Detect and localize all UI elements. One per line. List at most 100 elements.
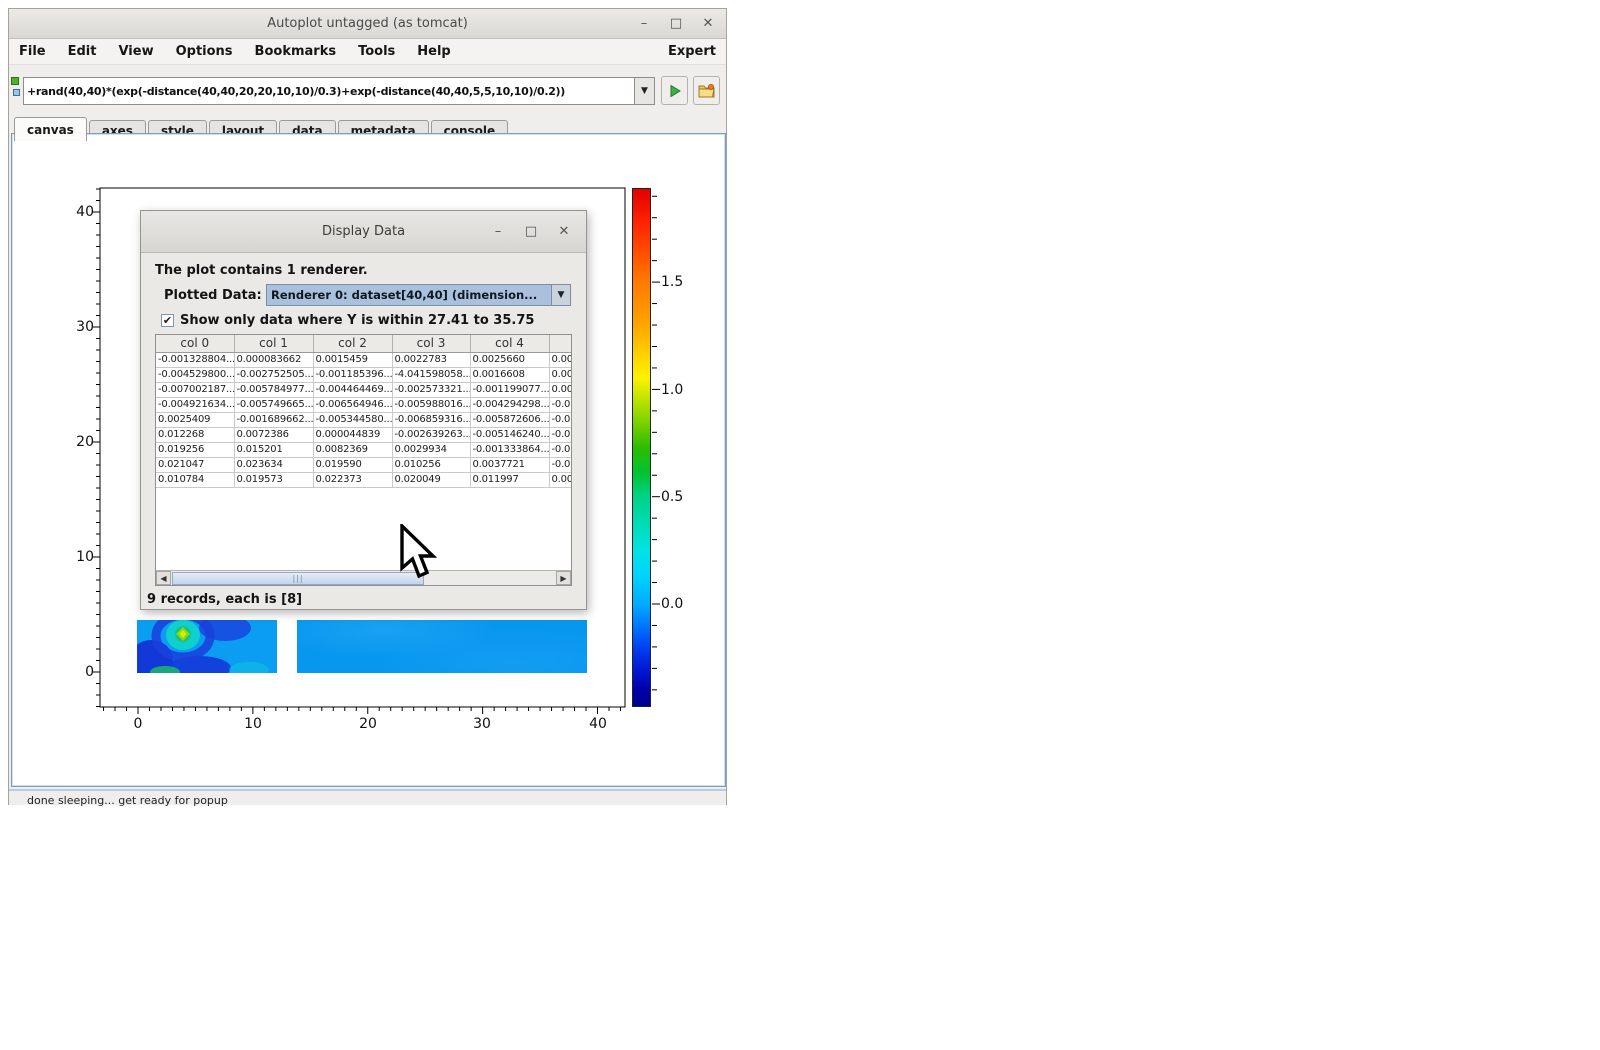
menu-view[interactable]: View [118,44,153,59]
window-titlebar[interactable]: Autoplot untagged (as tomcat) – □ ✕ [9,9,726,39]
table-cell[interactable]: 0.019256 [156,442,234,457]
dialog-close-button[interactable]: ✕ [556,224,572,240]
table-cell[interactable]: 0.0016608 [470,367,549,382]
colorbar-tick-label: 1.5 [661,274,683,290]
table-cell[interactable]: 0.0029934 [392,442,470,457]
dialog-minimize-button[interactable]: – [490,224,506,240]
table-cell[interactable]: 0.019573 [234,472,313,487]
uri-input[interactable] [23,77,635,105]
table-cell[interactable]: -0.005146240... [470,427,549,442]
menu-options[interactable]: Options [176,44,233,59]
table-cell[interactable]: 0.022373 [313,472,392,487]
menu-edit[interactable]: Edit [68,44,97,59]
column-header[interactable] [549,335,572,352]
table-cell[interactable]: 0.00 [549,382,572,397]
table-cell[interactable]: 0.023634 [234,457,313,472]
table-cell[interactable]: -0.0 [549,457,572,472]
table-cell[interactable]: -0.005988016... [392,397,470,412]
table-cell[interactable]: -0.001333864... [470,442,549,457]
table-cell[interactable]: 0.00 [549,472,572,487]
table-cell[interactable]: -0.0 [549,427,572,442]
table-cell[interactable]: 0.0037721 [470,457,549,472]
table-cell[interactable]: -0.0 [549,412,572,427]
table-cell[interactable]: -0.005784977... [234,382,313,397]
table-cell[interactable]: 0.0072386 [234,427,313,442]
table-row[interactable]: 0.0192560.0152010.00823690.0029934-0.001… [156,442,572,457]
close-button[interactable]: ✕ [700,16,716,32]
table-cell[interactable]: 0.011997 [470,472,549,487]
scroll-right-button[interactable]: ▶ [556,571,571,585]
table-row[interactable]: -0.004529800...-0.002752505...-0.0011853… [156,367,572,382]
table-cell[interactable]: 0.021047 [156,457,234,472]
table-cell[interactable]: -0.004529800... [156,367,234,382]
table-cell[interactable]: 0.0025660 [470,352,549,367]
table-cell[interactable]: 0.010784 [156,472,234,487]
table-cell[interactable]: -0.004294298... [470,397,549,412]
expert-toggle[interactable]: Expert [668,44,716,59]
table-cell[interactable]: 0.010256 [392,457,470,472]
table-cell[interactable]: 0.012268 [156,427,234,442]
tab-canvas[interactable]: canvas [14,117,87,141]
table-cell[interactable]: -0.005344580... [313,412,392,427]
table-cell[interactable]: -0.005749665... [234,397,313,412]
column-header[interactable]: col 1 [234,335,313,352]
column-header[interactable]: col 4 [470,335,549,352]
table-cell[interactable]: 0.000083662 [234,352,313,367]
table-cell[interactable]: 0.0022783 [392,352,470,367]
maximize-button[interactable]: □ [668,16,684,32]
table-cell[interactable]: 0.020049 [392,472,470,487]
table-cell[interactable]: 0.015201 [234,442,313,457]
scroll-left-button[interactable]: ◀ [156,571,171,585]
table-cell[interactable]: -0.005872606... [470,412,549,427]
table-cell[interactable]: -0.006859316... [392,412,470,427]
table-cell[interactable]: 0.000044839 [313,427,392,442]
table-cell[interactable]: 0.00 [549,367,572,382]
y-filter-checkbox[interactable]: ✔ [161,314,174,327]
table-cell[interactable]: -0.007002187... [156,382,234,397]
table-cell[interactable]: -0.001689662... [234,412,313,427]
table-cell[interactable]: -0.004921634... [156,397,234,412]
table-cell[interactable]: -4.041598058... [392,367,470,382]
table-cell[interactable]: 0.0082369 [313,442,392,457]
table-cell[interactable]: -0.004464469... [313,382,392,397]
go-button[interactable] [661,76,688,105]
dialog-titlebar[interactable]: Display Data – □ ✕ [141,211,586,253]
minimize-button[interactable]: – [636,16,652,32]
table-cell[interactable]: -0.001199077... [470,382,549,397]
column-header[interactable]: col 2 [313,335,392,352]
table-cell[interactable]: 0.0025409 [156,412,234,427]
table-row[interactable]: -0.001328804...0.0000836620.00154590.002… [156,352,572,367]
horizontal-scrollbar[interactable]: ◀ ▶ ||| [156,570,571,585]
table-header-row: col 0 col 1 col 2 col 3 col 4 [156,335,572,352]
scrollbar-thumb[interactable]: ||| [172,572,424,585]
table-row[interactable]: -0.004921634...-0.005749665...-0.0065649… [156,397,572,412]
table-row[interactable]: 0.0025409-0.001689662...-0.005344580...-… [156,412,572,427]
table-cell[interactable]: -0.0 [549,397,572,412]
plotted-data-combobox[interactable]: Renderer 0: dataset[40,40] (dimension...… [266,284,571,306]
table-cell[interactable]: 0.019590 [313,457,392,472]
table-cell[interactable]: -0.001185396... [313,367,392,382]
table-cell[interactable]: -0.002639263... [392,427,470,442]
open-file-button[interactable] [693,76,720,105]
menu-help[interactable]: Help [417,44,450,59]
menu-file[interactable]: File [19,44,46,59]
table-cell[interactable]: -0.002573321... [392,382,470,397]
table-cell[interactable]: 0.0015459 [313,352,392,367]
menu-tools[interactable]: Tools [358,44,395,59]
table-row[interactable]: 0.0107840.0195730.0223730.0200490.011997… [156,472,572,487]
uri-dropdown-button[interactable]: ▼ [635,77,655,105]
table-row[interactable]: -0.007002187...-0.005784977...-0.0044644… [156,382,572,397]
colorbar[interactable] [632,188,651,707]
table-row[interactable]: 0.0122680.00723860.000044839-0.002639263… [156,427,572,442]
table-cell[interactable]: -0.006564946... [313,397,392,412]
combobox-arrow-button[interactable]: ▼ [551,285,570,305]
table-cell[interactable]: -0.001328804... [156,352,234,367]
column-header[interactable]: col 3 [392,335,470,352]
table-cell[interactable]: 0.00 [549,352,572,367]
table-cell[interactable]: -0.0 [549,442,572,457]
dialog-maximize-button[interactable]: □ [523,224,539,240]
column-header[interactable]: col 0 [156,335,234,352]
menu-bookmarks[interactable]: Bookmarks [255,44,337,59]
table-row[interactable]: 0.0210470.0236340.0195900.0102560.003772… [156,457,572,472]
table-cell[interactable]: -0.002752505... [234,367,313,382]
